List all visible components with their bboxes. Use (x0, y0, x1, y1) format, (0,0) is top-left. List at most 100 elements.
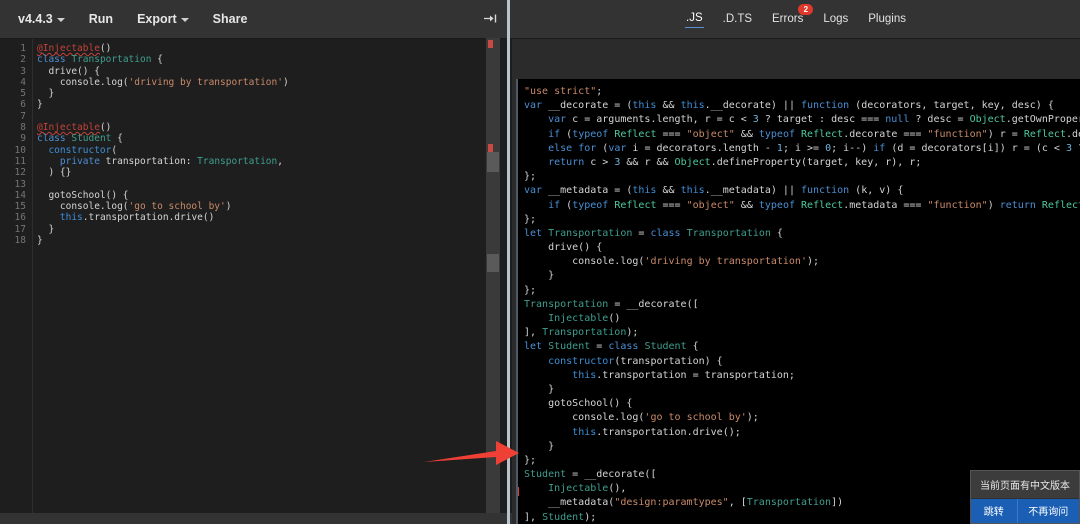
editor-overview-ruler[interactable] (486, 38, 500, 513)
editor-bottom-strip (0, 513, 512, 524)
editor-toolbar: v4.4.3 Run Export Share (0, 0, 512, 39)
code-line: drive() { (37, 65, 100, 77)
translate-prompt-message: 当前页面有中文版本 (980, 481, 1070, 492)
output-line: } (524, 383, 555, 395)
run-button[interactable]: Run (79, 0, 123, 38)
output-line: ], Transportation); (524, 327, 639, 339)
compiled-output-code[interactable]: "use strict"; var __decorate = (this && … (516, 79, 1080, 524)
output-line: constructor(transportation) { (548, 355, 723, 367)
line-number: 18 (14, 235, 26, 247)
tab-logs-label: Logs (823, 12, 849, 25)
code-line: @Injectable() (37, 122, 112, 134)
output-line: this.transportation = transportation; (572, 369, 795, 381)
code-line: class Transportation { (37, 54, 163, 66)
output-line: else for (var i = decorators.length - 1;… (548, 142, 1080, 154)
tab-js-label: .JS (686, 12, 703, 24)
editor-code-lines[interactable]: @Injectable() class Transportation { dri… (32, 39, 512, 513)
output-line: var __decorate = (this && this.__decorat… (524, 100, 1054, 112)
code-line: class Student { (37, 133, 123, 145)
code-line: } (37, 223, 55, 235)
line-number: 12 (14, 167, 26, 179)
line-number: 5 (20, 88, 26, 100)
output-toolbar: .JS .D.TS Errors 2 Logs Plugins (512, 0, 1080, 39)
line-number: 1 (20, 43, 26, 54)
overview-error-marker[interactable] (488, 144, 493, 152)
output-line: }; (524, 213, 537, 225)
run-label: Run (88, 12, 114, 26)
output-line: let Student = class Student { (524, 341, 699, 353)
output-line: } (524, 440, 555, 452)
line-number: 6 (20, 99, 26, 111)
output-line: if (typeof Reflect === "object" && typeo… (548, 128, 1080, 140)
chevron-down-icon (180, 18, 189, 22)
output-line: gotoSchool() { (524, 398, 633, 410)
line-number: 13 (14, 178, 26, 190)
code-line: console.log('go to school by') (37, 201, 232, 213)
pane-divider-handle[interactable] (507, 0, 510, 524)
line-number: 17 (14, 223, 26, 235)
line-number: 9 (20, 133, 26, 145)
output-line: let Transportation = class Transportatio… (524, 227, 783, 239)
output-line: var c = arguments.length, r = c < 3 ? ta… (548, 114, 1080, 126)
translate-prompt-popup[interactable]: 当前页面有中文版本 跳转 不再询问 (970, 470, 1080, 524)
output-line: drive() { (524, 242, 603, 254)
tab-js[interactable]: .JS (685, 10, 704, 28)
output-line: console.log('driving by transportation')… (524, 256, 820, 268)
output-viewport: "use strict"; var __decorate = (this && … (512, 39, 1080, 524)
translate-dismiss-button[interactable]: 不再询问 (1016, 499, 1079, 523)
code-line: } (37, 88, 55, 100)
line-number: 7 (20, 110, 26, 122)
tab-plugins[interactable]: Plugins (867, 11, 907, 28)
tab-errors-label: Errors (772, 12, 804, 25)
overview-scroll-thumb[interactable] (487, 254, 499, 272)
line-number: 3 (20, 65, 26, 77)
output-pane: .JS .D.TS Errors 2 Logs Plugins "use str… (512, 0, 1080, 524)
share-label: Share (212, 12, 248, 26)
output-line: Injectable() (548, 313, 621, 324)
version-label: v4.4.3 (18, 12, 53, 26)
output-line: }; (524, 284, 537, 296)
export-label: Export (137, 12, 177, 26)
output-line: "use strict"; (524, 86, 603, 97)
translate-prompt-actions: 跳转 不再询问 (971, 498, 1079, 523)
code-line: } (37, 235, 43, 247)
output-line: Transportation = __decorate([ (524, 298, 699, 310)
output-line: } (524, 270, 555, 282)
code-editor[interactable]: 1 2 3 4 5 6 7 8 9 10 11 12 13 14 15 16 1… (0, 39, 512, 513)
code-line: ) {} (37, 167, 72, 179)
line-number: 15 (14, 201, 26, 213)
output-line: var __metadata = (this && this.__metadat… (524, 185, 904, 197)
version-dropdown[interactable]: v4.4.3 (8, 0, 75, 38)
translate-goto-button[interactable]: 跳转 (971, 499, 1017, 523)
line-number: 4 (20, 76, 26, 88)
overview-error-marker[interactable] (488, 40, 493, 48)
tab-dts[interactable]: .D.TS (722, 11, 753, 28)
export-dropdown[interactable]: Export (127, 0, 199, 38)
tab-plugins-label: Plugins (868, 12, 906, 25)
line-number: 8 (20, 122, 26, 134)
playground-app: v4.4.3 Run Export Share 1 2 3 4 5 6 7 8 … (0, 0, 1080, 524)
share-button[interactable]: Share (203, 0, 258, 38)
errors-count-badge: 2 (798, 3, 814, 15)
line-number: 14 (14, 189, 26, 201)
code-line: constructor( (48, 144, 118, 156)
line-number: 11 (14, 155, 26, 167)
output-line: }; (524, 454, 537, 466)
code-line: gotoSchool() { (37, 189, 129, 201)
output-line: if (typeof Reflect === "object" && typeo… (548, 199, 1080, 211)
output-line: return c > 3 && r && Object.defineProper… (548, 156, 922, 168)
chevron-down-icon (56, 18, 65, 22)
editor-pane: v4.4.3 Run Export Share 1 2 3 4 5 6 7 8 … (0, 0, 512, 524)
overview-scroll-thumb[interactable] (487, 152, 499, 172)
output-line: }; (524, 171, 537, 183)
collapse-panel-icon[interactable] (483, 12, 498, 26)
tab-errors[interactable]: Errors 2 (771, 3, 814, 28)
toolbar-right-group (483, 0, 498, 38)
output-line: this.transportation.drive(); (572, 426, 741, 438)
code-line: private transportation: Transportation, (59, 155, 283, 167)
line-number: 10 (14, 144, 26, 156)
tab-logs[interactable]: Logs (822, 11, 849, 28)
line-number: 16 (14, 212, 26, 224)
